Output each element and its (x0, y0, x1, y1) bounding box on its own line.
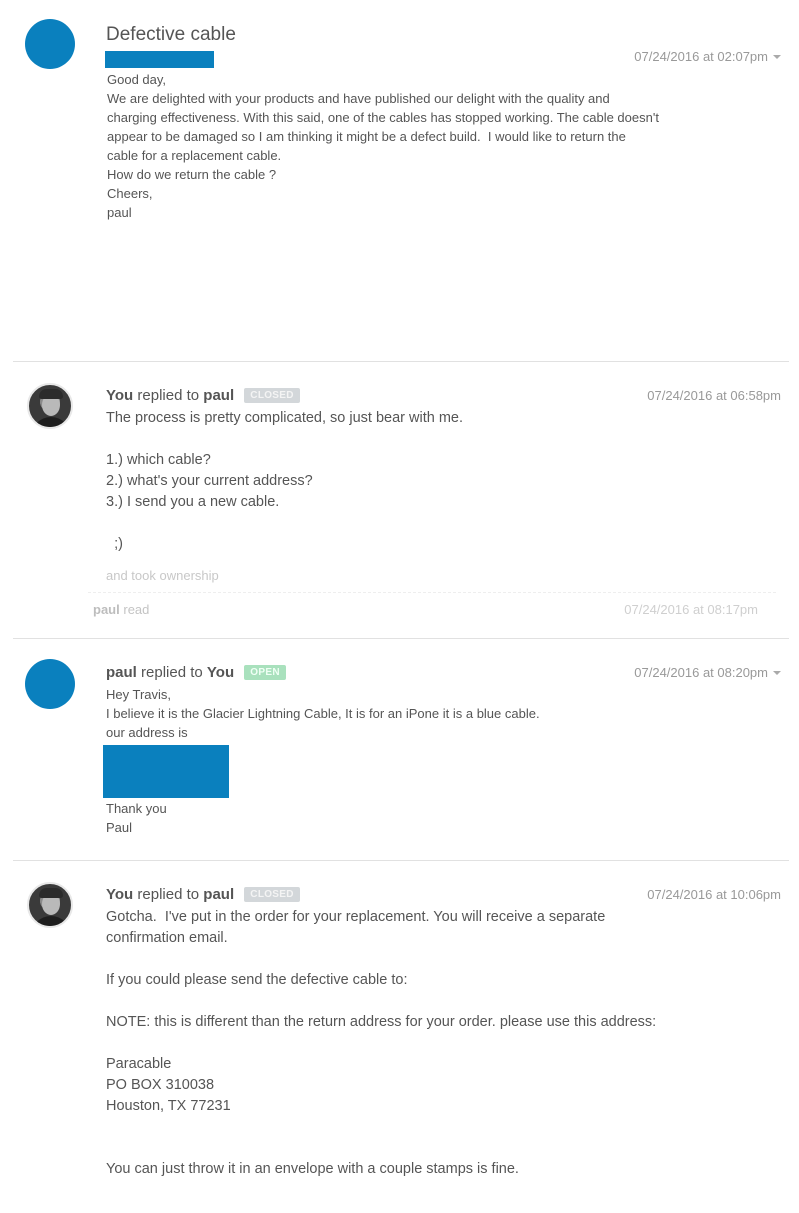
ownership-note: and took ownership (106, 568, 219, 583)
customer-avatar (25, 659, 75, 709)
recipient-name: paul (203, 387, 235, 404)
message-timestamp: 07/24/2016 at 10:06pm (647, 887, 781, 902)
message-body: Gotcha. I've put in the order for your r… (106, 909, 657, 1177)
divider (13, 638, 789, 639)
status-badge: OPEN (244, 665, 286, 680)
caret-down-icon[interactable] (773, 671, 781, 675)
author-name: You (106, 387, 134, 404)
message-timestamp: 07/24/2016 at 06:58pm (647, 388, 781, 403)
redacted-email (105, 51, 214, 68)
reply-header: You replied to paul CLOSED (106, 886, 300, 903)
caret-down-icon[interactable] (773, 55, 781, 59)
message-body: Hey Travis, I believe it is the Glacier … (106, 687, 540, 740)
message-signoff: Thank you Paul (106, 801, 167, 835)
status-badge: CLOSED (244, 887, 300, 902)
recipient-name: You (206, 664, 235, 681)
agent-avatar (27, 383, 73, 429)
recipient-name: paul (203, 886, 235, 903)
divider (13, 361, 789, 362)
message-body: Good day, We are delighted with your pro… (107, 72, 659, 220)
agent-avatar (27, 882, 73, 928)
reply-header: You replied to paul CLOSED (106, 387, 300, 404)
reply-header: paul replied to You OPEN (106, 664, 286, 681)
ticket-subject: Defective cable (106, 24, 236, 45)
message-body: The process is pretty complicated, so ju… (106, 410, 464, 552)
author-name: You (106, 886, 134, 903)
customer-avatar (25, 19, 75, 69)
message-timestamp[interactable]: 07/24/2016 at 08:20pm (634, 665, 781, 680)
redacted-address (103, 745, 229, 798)
message-timestamp[interactable]: 07/24/2016 at 02:07pm (634, 49, 781, 64)
author-name: paul (106, 664, 137, 681)
read-receipt: paul read 07/24/2016 at 08:17pm (88, 592, 776, 626)
divider (13, 860, 789, 861)
read-timestamp: 07/24/2016 at 08:17pm (624, 602, 758, 617)
status-badge: CLOSED (244, 388, 300, 403)
